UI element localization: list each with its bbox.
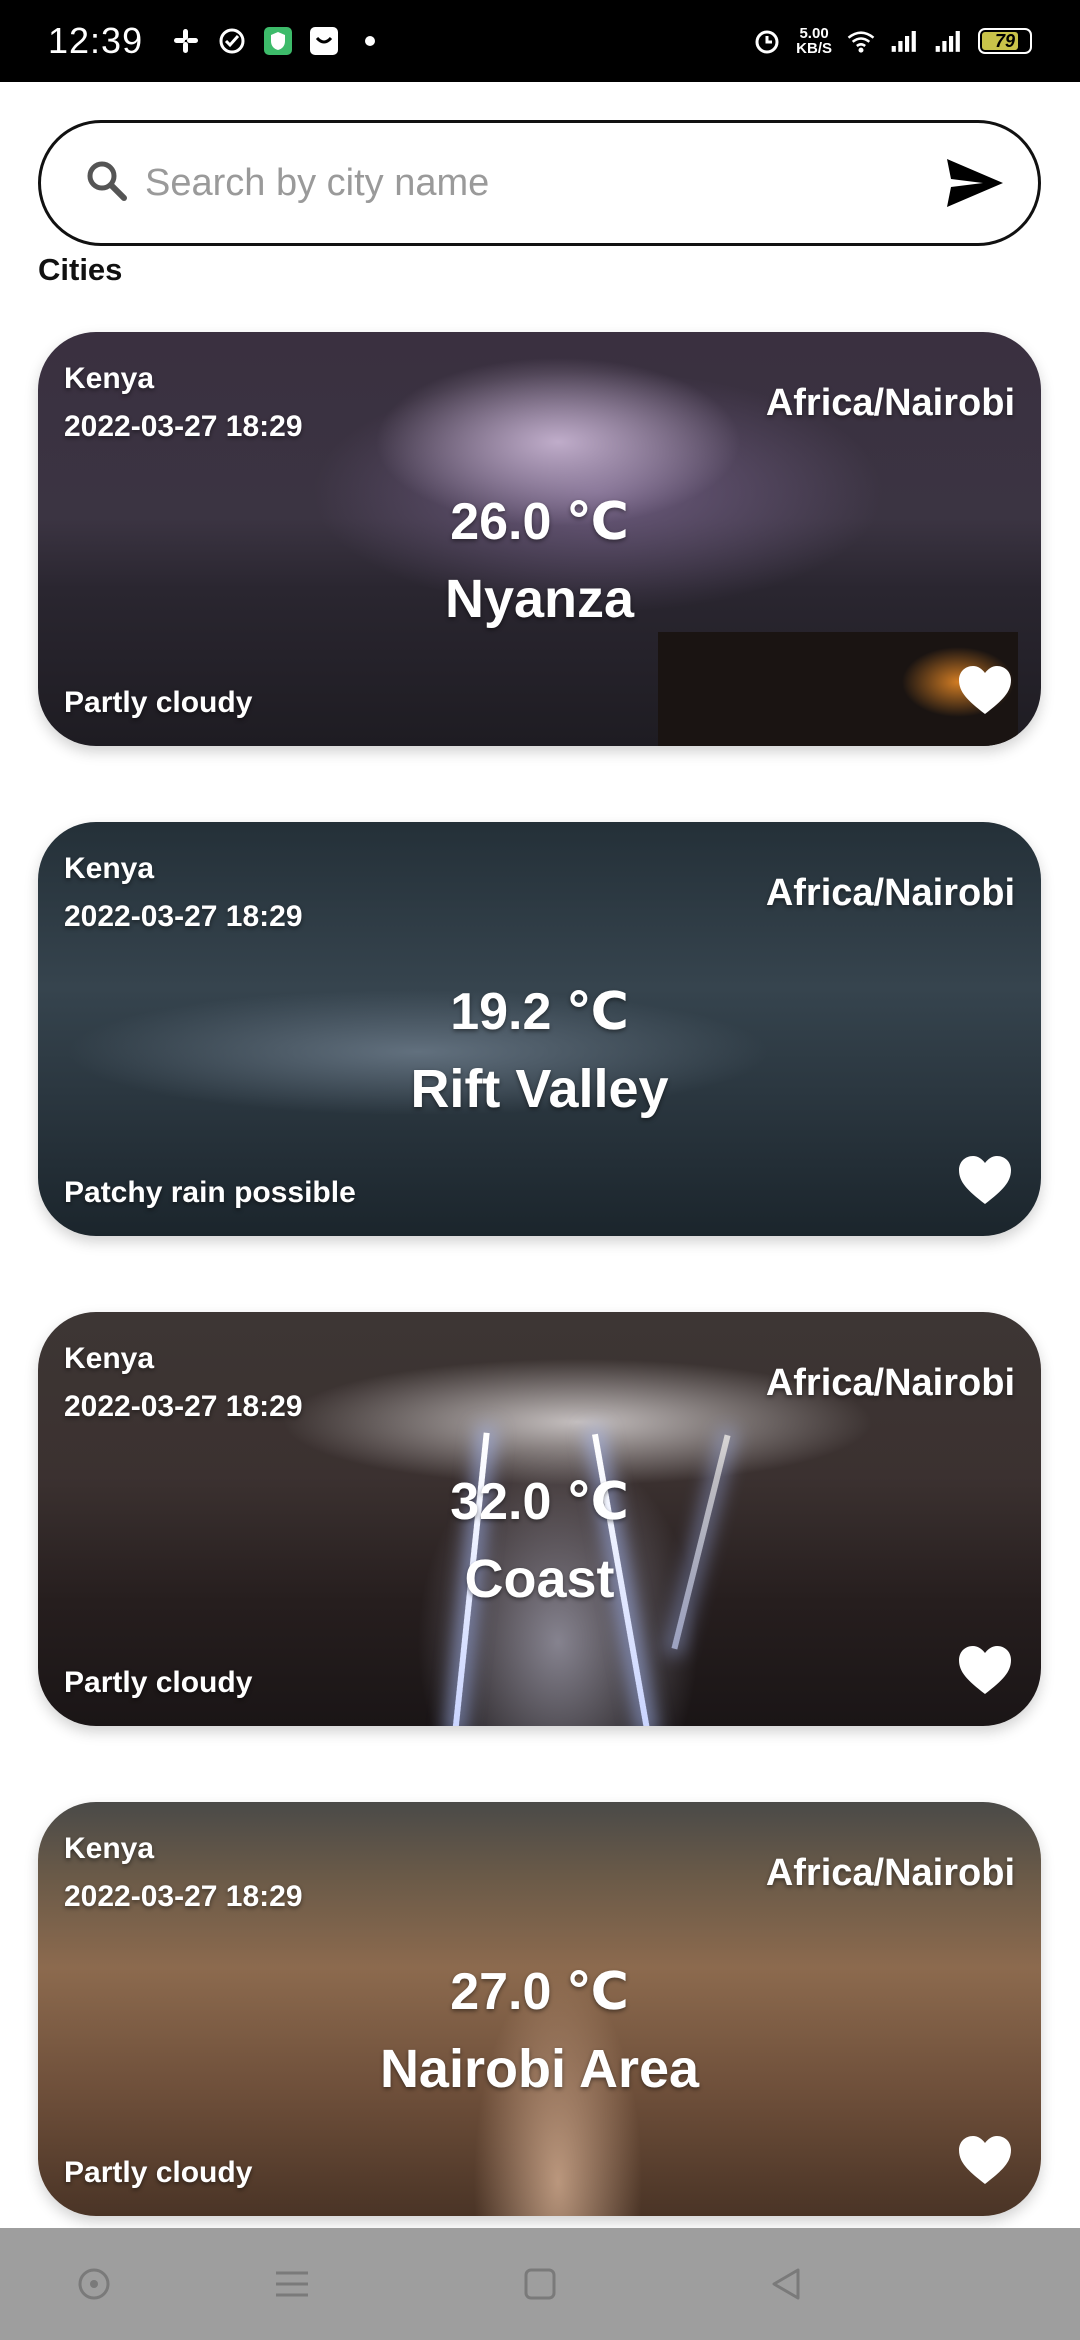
- status-bar: 12:39 5.00 KB/S 79: [0, 0, 1080, 82]
- city-card[interactable]: Kenya 2022-03-27 18:29 Africa/Nairobi 27…: [38, 1802, 1041, 2216]
- back-triangle-icon: [772, 2268, 800, 2300]
- card-datetime: 2022-03-27 18:29: [64, 410, 303, 443]
- card-temperature: 26.0 ℃: [450, 493, 629, 551]
- circle-dot-icon: [78, 2268, 110, 2300]
- card-temperature: 27.0 ℃: [450, 1963, 629, 2021]
- heart-icon: [959, 666, 1011, 714]
- card-country: Kenya: [64, 362, 155, 395]
- send-button[interactable]: [940, 148, 1010, 218]
- wifi-icon: [846, 26, 876, 56]
- network-speed-value: 5.00: [799, 25, 829, 42]
- menu-icon: [276, 2271, 308, 2297]
- network-speed: 5.00 KB/S: [796, 26, 832, 56]
- network-speed-unit: KB/S: [796, 40, 832, 57]
- signal-icon: [934, 26, 964, 56]
- section-title: Cities: [38, 252, 123, 287]
- card-timezone: Africa/Nairobi: [765, 382, 1015, 424]
- favorite-button[interactable]: [957, 2134, 1013, 2186]
- square-icon: [524, 2268, 556, 2300]
- search-input[interactable]: [143, 160, 940, 206]
- card-city: Coast: [464, 1549, 615, 1609]
- system-icons: 5.00 KB/S 79: [752, 26, 1032, 56]
- card-city: Nairobi Area: [379, 2039, 700, 2099]
- notification-icons: [171, 26, 385, 56]
- card-temperature: 32.0 ℃: [450, 1473, 629, 1531]
- search-bar: [38, 120, 1041, 246]
- signal-icon: [890, 26, 920, 56]
- favorite-button[interactable]: [957, 1154, 1013, 1206]
- card-country: Kenya: [64, 1832, 155, 1865]
- inbox-icon: [309, 26, 339, 56]
- shield-icon: [263, 26, 293, 56]
- search-icon: [85, 159, 129, 208]
- card-condition: Partly cloudy: [64, 1666, 253, 1699]
- card-timezone: Africa/Nairobi: [765, 1852, 1015, 1894]
- card-timezone: Africa/Nairobi: [765, 1362, 1015, 1404]
- back-button[interactable]: [760, 2258, 812, 2310]
- system-navigation-bar: [0, 2228, 1080, 2340]
- favorite-button[interactable]: [957, 1644, 1013, 1696]
- battery-indicator: 79: [978, 28, 1032, 54]
- send-icon: [947, 159, 1003, 207]
- status-time: 12:39: [48, 20, 144, 61]
- battery-level: 79: [994, 30, 1016, 51]
- heart-icon: [959, 1646, 1011, 1694]
- dot-icon: [355, 26, 385, 56]
- card-condition: Patchy rain possible: [64, 1176, 356, 1209]
- check-circle-icon: [217, 26, 247, 56]
- city-card[interactable]: Kenya 2022-03-27 18:29 Africa/Nairobi 26…: [38, 332, 1041, 746]
- card-city: Nyanza: [444, 569, 635, 629]
- card-datetime: 2022-03-27 18:29: [64, 1880, 303, 1913]
- city-card[interactable]: Kenya 2022-03-27 18:29 Africa/Nairobi 32…: [38, 1312, 1041, 1726]
- home-button[interactable]: [514, 2258, 566, 2310]
- menu-button[interactable]: [266, 2258, 318, 2310]
- city-card[interactable]: Kenya 2022-03-27 18:29 Africa/Nairobi 19…: [38, 822, 1041, 1236]
- card-timezone: Africa/Nairobi: [765, 872, 1015, 914]
- alarm-icon: [752, 26, 782, 56]
- assistant-button[interactable]: [68, 2258, 120, 2310]
- card-datetime: 2022-03-27 18:29: [64, 1390, 303, 1423]
- card-city: Rift Valley: [410, 1059, 669, 1119]
- card-datetime: 2022-03-27 18:29: [64, 900, 303, 933]
- card-condition: Partly cloudy: [64, 686, 253, 719]
- card-condition: Partly cloudy: [64, 2156, 253, 2189]
- slack-icon: [171, 26, 201, 56]
- card-temperature: 19.2 ℃: [450, 983, 629, 1041]
- card-country: Kenya: [64, 852, 155, 885]
- heart-icon: [959, 1156, 1011, 1204]
- card-country: Kenya: [64, 1342, 155, 1375]
- heart-icon: [959, 2136, 1011, 2184]
- favorite-button[interactable]: [957, 664, 1013, 716]
